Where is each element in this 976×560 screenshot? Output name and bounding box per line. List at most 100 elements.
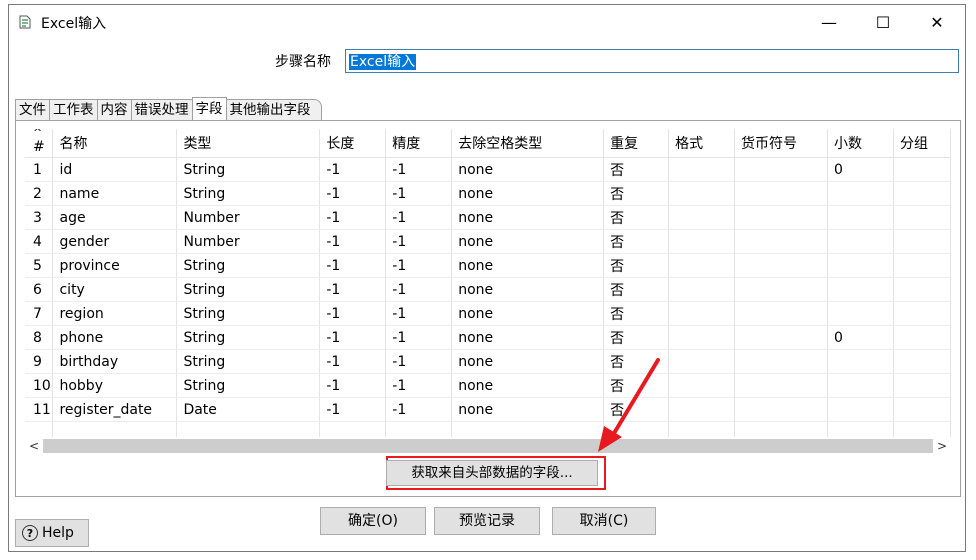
table-cell[interactable]: 否 [603, 349, 670, 374]
column-header-length[interactable]: 长度 [319, 129, 387, 158]
table-cell[interactable]: -1 [319, 253, 387, 278]
column-header-decimal[interactable]: 小数 [827, 129, 894, 158]
column-header-index[interactable]: ^ # [25, 129, 54, 158]
table-cell[interactable]: 否 [603, 373, 670, 398]
table-cell[interactable] [668, 157, 736, 182]
scrollbar-thumb[interactable] [43, 439, 933, 453]
table-cell[interactable] [734, 373, 828, 398]
table-cell[interactable]: -1 [385, 301, 453, 326]
table-cell[interactable] [893, 277, 951, 302]
table-row[interactable]: 1 id String -1 -1 none 否 0 [25, 157, 951, 182]
table-cell[interactable]: none [451, 325, 605, 350]
table-cell[interactable]: name [52, 181, 178, 206]
table-cell[interactable] [668, 397, 736, 422]
table-cell[interactable] [668, 325, 736, 350]
table-cell[interactable] [893, 349, 951, 374]
column-header-currency[interactable]: 货币符号 [734, 129, 828, 158]
table-cell[interactable]: 否 [603, 397, 670, 422]
table-cell[interactable]: 否 [603, 325, 670, 350]
table-cell[interactable] [827, 181, 894, 206]
table-cell[interactable] [734, 205, 828, 230]
table-cell[interactable] [668, 253, 736, 278]
table-cell[interactable]: -1 [385, 397, 453, 422]
table-cell[interactable]: 1 [25, 157, 54, 182]
table-cell[interactable]: none [451, 205, 605, 230]
table-cell[interactable] [893, 229, 951, 254]
table-cell[interactable]: 7 [25, 301, 54, 326]
table-cell[interactable]: 0 [827, 157, 894, 182]
table-cell[interactable] [893, 181, 951, 206]
table-cell[interactable] [893, 325, 951, 350]
table-cell[interactable]: 3 [25, 205, 54, 230]
table-cell[interactable]: 10 [25, 373, 54, 398]
tab-error-handling[interactable]: 错误处理 [130, 99, 193, 120]
table-cell[interactable]: 2 [25, 181, 54, 206]
table-row[interactable]: 4 gender Number -1 -1 none 否 [25, 229, 951, 254]
table-cell[interactable] [734, 181, 828, 206]
table-row[interactable]: 7 region String -1 -1 none 否 [25, 301, 951, 326]
maximize-button[interactable]: ☐ [861, 7, 905, 37]
table-cell[interactable]: -1 [319, 349, 387, 374]
scroll-right-icon[interactable]: > [933, 437, 951, 455]
table-cell[interactable]: 4 [25, 229, 54, 254]
table-cell[interactable]: 0 [827, 325, 894, 350]
table-cell[interactable]: -1 [385, 157, 453, 182]
step-name-input[interactable]: Excel输入 [345, 49, 959, 73]
table-row[interactable]: 6 city String -1 -1 none 否 [25, 277, 951, 302]
table-cell[interactable]: id [52, 157, 178, 182]
table-cell[interactable]: String [176, 349, 321, 374]
table-cell[interactable]: gender [52, 229, 178, 254]
table-cell[interactable] [893, 157, 951, 182]
table-cell[interactable]: -1 [385, 181, 453, 206]
table-cell[interactable] [734, 325, 828, 350]
table-cell[interactable] [893, 397, 951, 422]
table-cell[interactable] [734, 349, 828, 374]
table-cell[interactable]: 否 [603, 301, 670, 326]
table-cell[interactable]: -1 [319, 181, 387, 206]
table-cell[interactable]: -1 [319, 205, 387, 230]
table-cell[interactable] [827, 349, 894, 374]
table-cell[interactable]: 否 [603, 277, 670, 302]
table-cell[interactable] [827, 373, 894, 398]
scroll-left-icon[interactable]: < [25, 437, 43, 455]
table-cell[interactable] [734, 301, 828, 326]
column-header-format[interactable]: 格式 [668, 129, 736, 158]
table-row[interactable]: 8 phone String -1 -1 none 否 0 [25, 325, 951, 350]
table-cell[interactable] [668, 373, 736, 398]
table-cell[interactable]: -1 [319, 373, 387, 398]
table-cell[interactable]: 否 [603, 157, 670, 182]
help-button[interactable]: ? Help [15, 519, 89, 547]
table-cell[interactable]: region [52, 301, 178, 326]
table-cell[interactable]: city [52, 277, 178, 302]
table-cell[interactable] [668, 229, 736, 254]
table-cell[interactable]: hobby [52, 373, 178, 398]
table-cell[interactable]: -1 [319, 325, 387, 350]
table-cell[interactable] [734, 253, 828, 278]
table-cell[interactable]: 否 [603, 181, 670, 206]
table-cell[interactable] [893, 301, 951, 326]
preview-records-button[interactable]: 预览记录 [434, 507, 540, 535]
table-cell[interactable] [668, 205, 736, 230]
tab-fields[interactable]: 字段 [191, 97, 227, 120]
table-cell[interactable]: String [176, 325, 321, 350]
table-cell[interactable] [668, 301, 736, 326]
table-cell[interactable] [893, 205, 951, 230]
table-cell[interactable]: String [176, 277, 321, 302]
table-cell[interactable]: 11 [25, 397, 54, 422]
table-cell[interactable]: -1 [385, 373, 453, 398]
table-row[interactable]: 5 province String -1 -1 none 否 [25, 253, 951, 278]
table-cell[interactable]: none [451, 277, 605, 302]
table-cell[interactable] [827, 253, 894, 278]
column-header-type[interactable]: 类型 [176, 129, 321, 158]
table-cell[interactable] [734, 157, 828, 182]
tab-file[interactable]: 文件 [15, 99, 50, 120]
table-cell[interactable]: -1 [319, 301, 387, 326]
table-cell[interactable]: -1 [385, 205, 453, 230]
tab-additional-output-fields[interactable]: 其他输出字段 [225, 99, 322, 120]
table-cell[interactable]: Date [176, 397, 321, 422]
table-cell[interactable]: age [52, 205, 178, 230]
table-cell[interactable]: none [451, 373, 605, 398]
horizontal-scrollbar[interactable]: < > [25, 437, 951, 455]
table-cell[interactable]: none [451, 253, 605, 278]
table-row[interactable]: 10 hobby String -1 -1 none 否 [25, 373, 951, 398]
